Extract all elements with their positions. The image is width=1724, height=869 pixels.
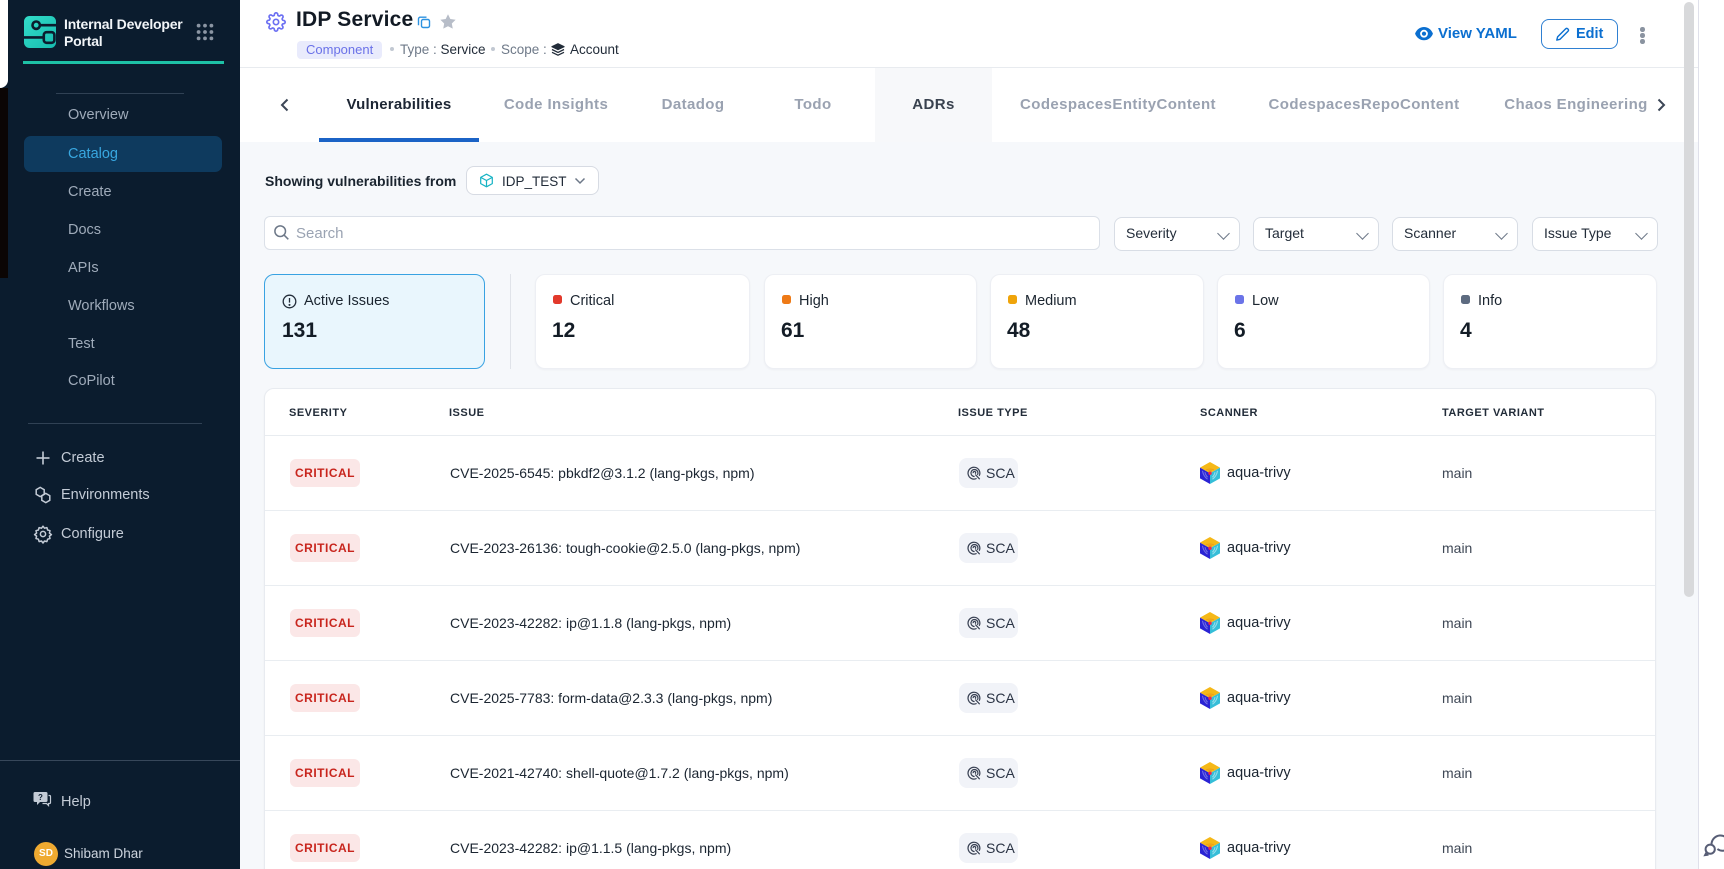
svg-text:?: ? <box>38 793 43 802</box>
